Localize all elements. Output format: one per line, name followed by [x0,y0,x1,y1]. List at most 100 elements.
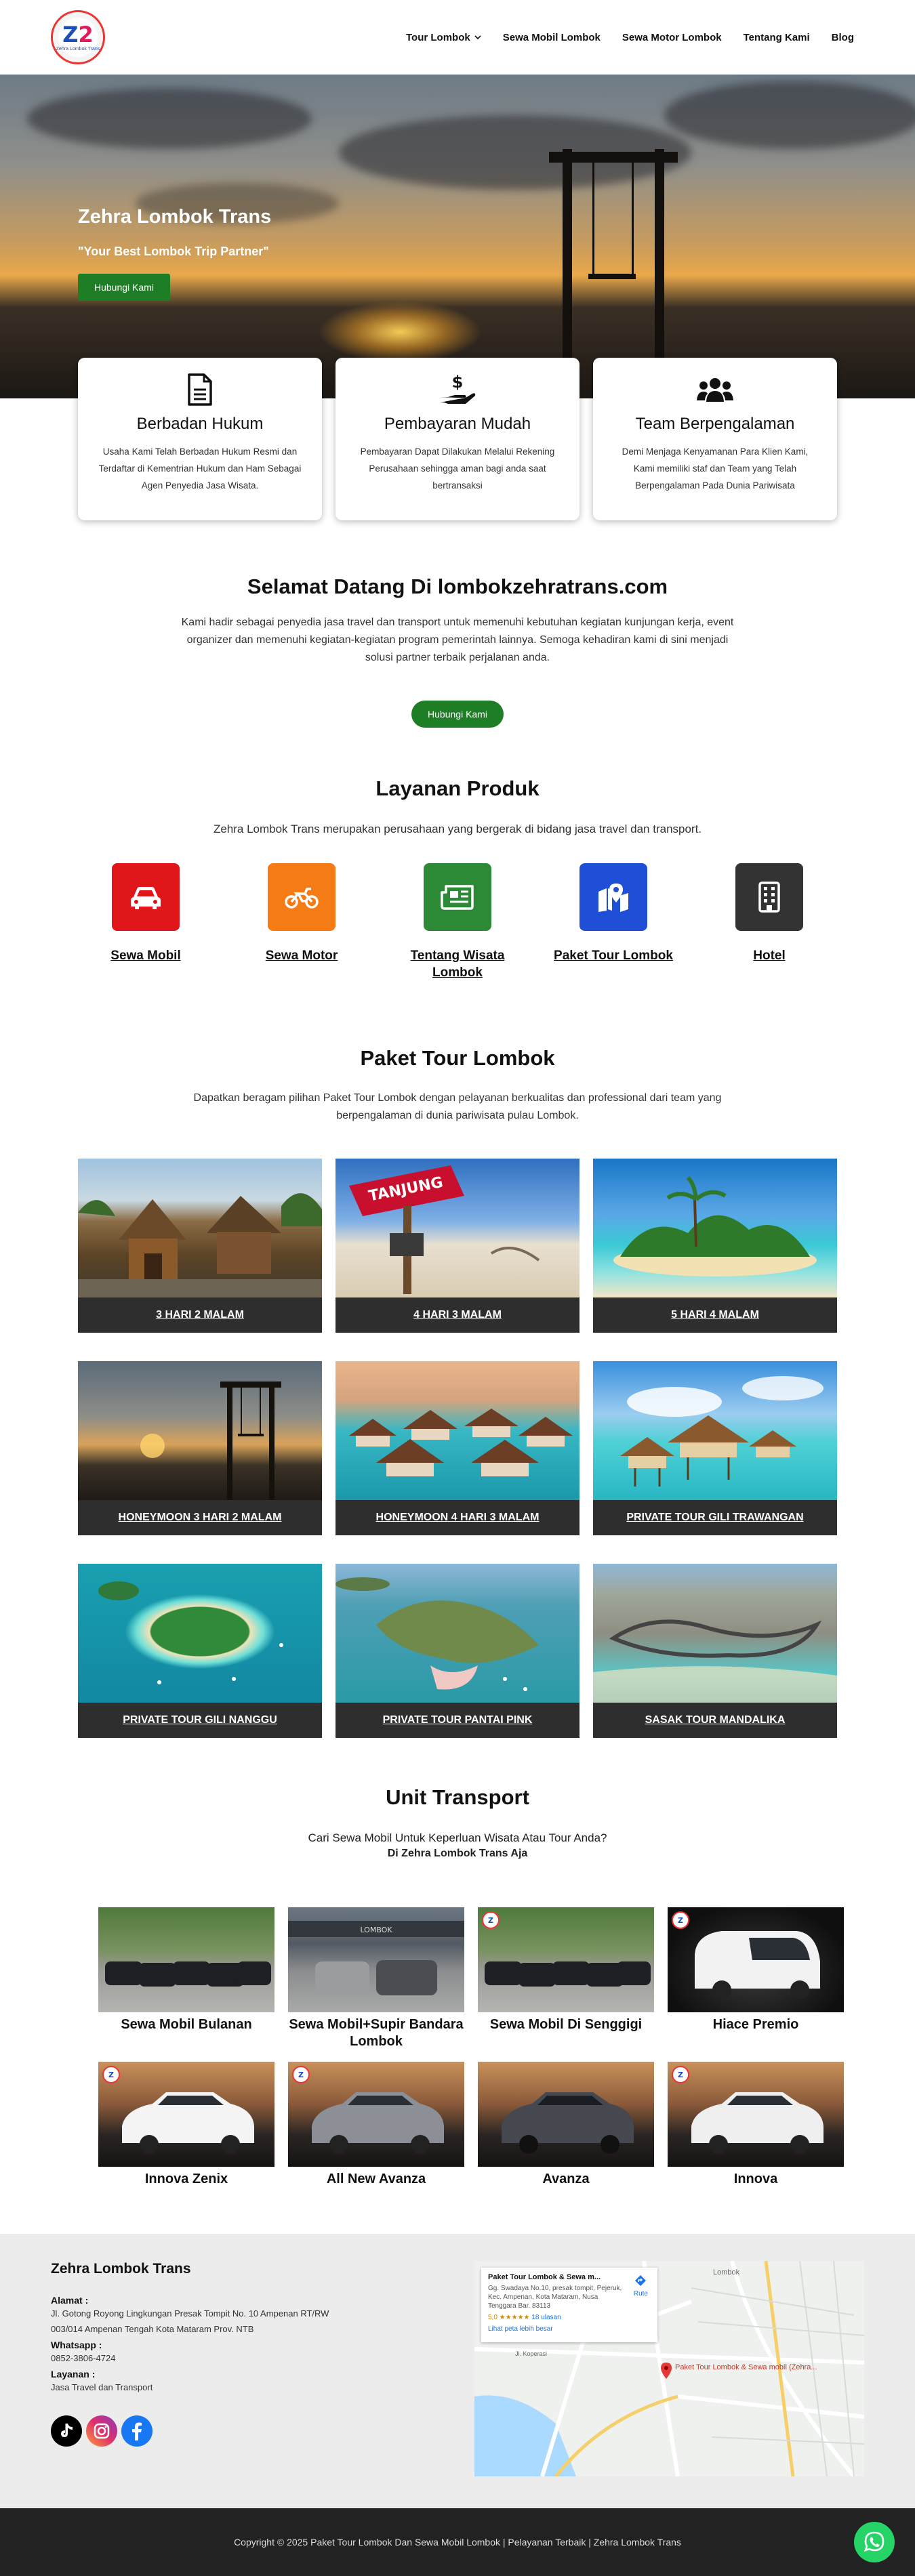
tour-label[interactable]: 4 HARI 3 MALAM [336,1297,580,1333]
tour-card[interactable]: 5 HARI 4 MALAM [593,1159,837,1333]
tour-image-pantai-pink[interactable] [336,1564,580,1703]
tour-card[interactable]: 3 HARI 2 MALAM [78,1159,322,1333]
product-label[interactable]: Hotel [753,947,786,964]
product-wisata-lombok[interactable]: Tentang Wisata Lombok [390,863,525,981]
car-image-airport[interactable]: LOMBOK [288,1907,464,2012]
footer-title: Zehra Lombok Trans [51,2261,191,2277]
car-name[interactable]: All New Avanza [288,2171,464,2188]
tour-image-mandalika[interactable] [593,1564,837,1703]
unit-subtitle-bold: Di Zehra Lombok Trans Aja [387,1848,528,1859]
product-sewa-mobil[interactable]: Sewa Mobil [78,863,214,981]
tour-image-beach-sign[interactable]: TANJUNG [336,1159,580,1297]
car-name[interactable]: Sewa Mobil Bulanan [98,2016,274,2033]
tour-label[interactable]: HONEYMOON 4 HARI 3 MALAM [336,1500,580,1535]
car-image-all-new-avanza[interactable]: Z [288,2062,464,2167]
car-card[interactable]: Z Hiace Premio [668,1907,844,2062]
hero-contact-button[interactable]: Hubungi Kami [78,274,170,301]
footer-alamat: Jl. Gotong Royong Lingkungan Presak Tomp… [51,2308,329,2334]
car-card[interactable]: LOMBOK Sewa Mobil+Supir Bandara Lombok [288,1907,464,2062]
tour-label[interactable]: PRIVATE TOUR GILI TRAWANGAN [593,1500,837,1535]
welcome-contact-button[interactable]: Hubungi Kami [411,701,504,728]
tour-card[interactable]: TANJUNG 4 HARI 3 MALAM [336,1159,580,1333]
product-icon-box[interactable] [112,863,180,931]
car-name[interactable]: Sewa Mobil+Supir Bandara Lombok [288,2016,464,2050]
map-pin-icon [598,884,628,912]
map-larger-link[interactable]: Lihat peta lebih besar [488,2325,651,2333]
unit-transport-section: Unit Transport Cari Sewa Mobil Untuk Kep… [0,1785,915,2216]
car-image-fleet[interactable] [98,1907,274,2012]
car-image-senggigi[interactable]: Z [478,1907,654,2012]
tour-card[interactable]: PRIVATE TOUR PANTAI PINK [336,1564,580,1738]
car-image-avanza[interactable] [478,2062,654,2167]
product-icon-box[interactable] [268,863,336,931]
tiktok-icon[interactable] [51,2415,82,2447]
nav-label: Blog [831,31,854,43]
product-list: Sewa Mobil Sewa Motor Tentang Wisata Lom… [0,863,915,981]
logo-badge: Z [482,1911,500,1929]
car-image-innova[interactable]: Z [668,2062,844,2167]
car-image-innova-zenix[interactable]: Z [98,2062,274,2167]
footer-layanan: Jasa Travel dan Transport [51,2382,153,2392]
nav-tour-lombok[interactable]: Tour Lombok [406,32,481,43]
car-card[interactable]: Z All New Avanza [288,2062,464,2216]
tour-image-water-villas[interactable] [336,1361,580,1500]
car-card[interactable]: Sewa Mobil Bulanan [98,1907,274,2062]
tour-image-island[interactable] [593,1159,837,1297]
feature-card-payment: $ Pembayaran Mudah Pembayaran Dapat Dila… [336,358,580,520]
tour-card[interactable]: SASAK TOUR MANDALIKA [593,1564,837,1738]
nav-sewa-motor[interactable]: Sewa Motor Lombok [622,32,722,43]
tour-image-sunset-swing[interactable] [78,1361,322,1500]
tour-label[interactable]: PRIVATE TOUR GILI NANGGU [78,1703,322,1738]
whatsapp-float-button[interactable] [854,2522,895,2562]
nav-tentang-kami[interactable]: Tentang Kami [744,32,810,43]
product-label[interactable]: Tentang Wisata Lombok [390,947,525,981]
car-name[interactable]: Innova [668,2171,844,2188]
motorcycle-icon [285,888,319,909]
nav-sewa-mobil[interactable]: Sewa Mobil Lombok [503,32,601,43]
car-name[interactable]: Innova Zenix [98,2171,274,2188]
tour-label[interactable]: 3 HARI 2 MALAM [78,1297,322,1333]
tour-image-bungalows[interactable] [593,1361,837,1500]
location-map[interactable]: Paket Tour Lombok & Sewa mobil (Zehra...… [474,2261,864,2476]
map-route-button[interactable]: Rute [634,2274,648,2298]
car-card[interactable]: Avanza [478,2062,654,2216]
product-label[interactable]: Paket Tour Lombok [554,947,673,964]
site-logo[interactable]: Z2 Zehra Lombok Trans [51,10,105,64]
nav-label: Sewa Motor Lombok [622,31,722,43]
feature-text: Demi Menjaga Kenyamanan Para Klien Kami,… [622,446,809,491]
product-icon-box[interactable] [424,863,491,931]
svg-text:LOMBOK: LOMBOK [360,1926,392,1934]
tour-card[interactable]: PRIVATE TOUR GILI NANGGU [78,1564,322,1738]
footer-layanan-label: Layanan : [51,2369,96,2380]
product-icon-box[interactable] [735,863,803,931]
product-label[interactable]: Sewa Motor [266,947,338,964]
tour-label[interactable]: 5 HARI 4 MALAM [593,1297,837,1333]
nav-blog[interactable]: Blog [832,32,854,43]
car-card[interactable]: Z Innova [668,2062,844,2216]
product-hotel[interactable]: Hotel [702,863,837,981]
car-card[interactable]: Z Innova Zenix [98,2062,274,2216]
car-name[interactable]: Hiace Premio [668,2016,844,2033]
instagram-icon[interactable] [86,2415,117,2447]
tour-card[interactable]: PRIVATE TOUR GILI TRAWANGAN [593,1361,837,1535]
tour-card[interactable]: HONEYMOON 4 HARI 3 MALAM [336,1361,580,1535]
tour-image-village[interactable] [78,1159,322,1297]
tour-label[interactable]: PRIVATE TOUR PANTAI PINK [336,1703,580,1738]
car-card[interactable]: Z Sewa Mobil Di Senggigi [478,1907,654,2062]
product-sewa-motor[interactable]: Sewa Motor [234,863,369,981]
logo-badge: Z [672,2066,689,2083]
car-name[interactable]: Avanza [478,2171,654,2188]
footer-info: Zehra Lombok Trans Alamat : Jl. Gotong R… [51,2261,342,2508]
product-icon-box[interactable] [580,863,647,931]
product-paket-tour[interactable]: Paket Tour Lombok [546,863,681,981]
tour-label[interactable]: HONEYMOON 3 HARI 2 MALAM [78,1500,322,1535]
car-image-hiace[interactable]: Z [668,1907,844,2012]
tour-card[interactable]: HONEYMOON 3 HARI 2 MALAM [78,1361,322,1535]
unit-title: Unit Transport [386,1785,529,1809]
tour-image-gili-nanggu[interactable] [78,1564,322,1703]
car-name[interactable]: Sewa Mobil Di Senggigi [478,2016,654,2033]
product-label[interactable]: Sewa Mobil [110,947,180,964]
tour-label[interactable]: SASAK TOUR MANDALIKA [593,1703,837,1738]
facebook-icon[interactable] [121,2415,152,2447]
layanan-section: Layanan Produk Zehra Lombok Trans merupa… [0,776,915,981]
